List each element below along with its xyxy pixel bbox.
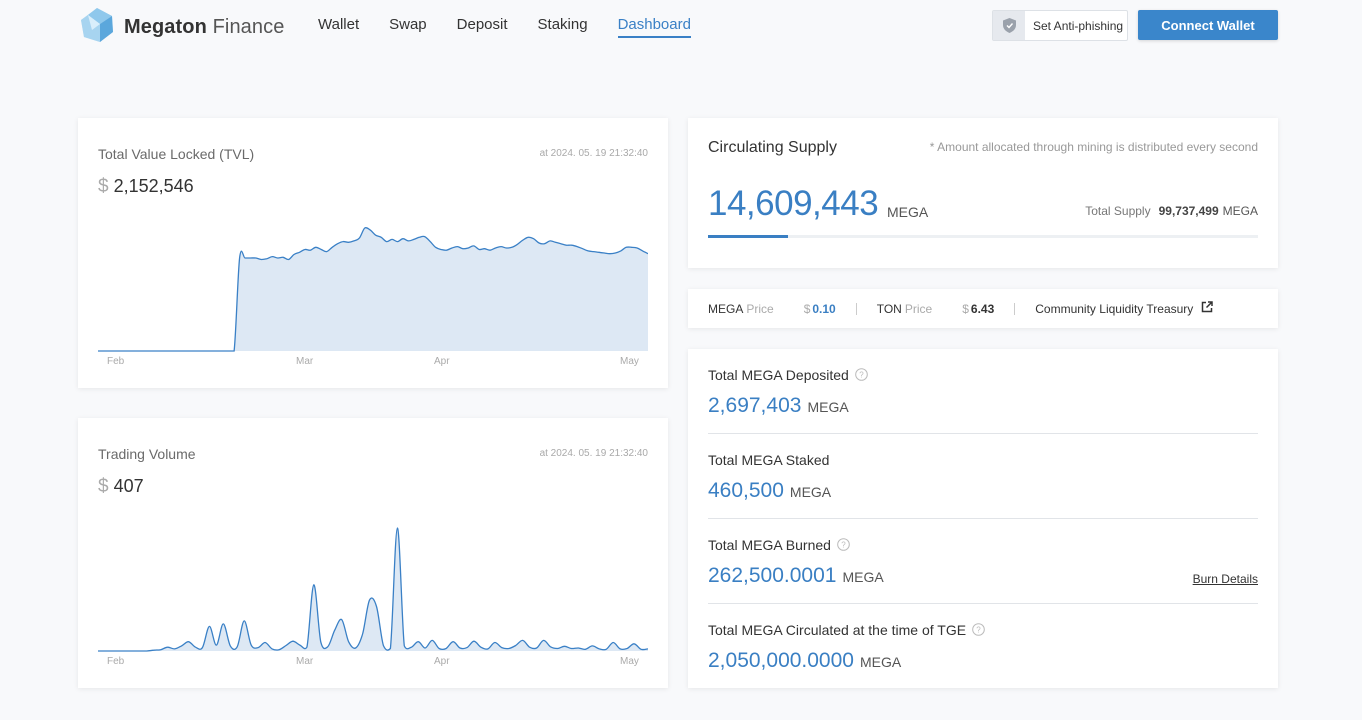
community-treasury-link[interactable]: Community Liquidity Treasury <box>1035 302 1193 316</box>
mega-stats-card: Total MEGA Deposited? 2,697,403 MEGA Tota… <box>688 349 1278 688</box>
stat-label-text: Total MEGA Circulated at the time of TGE <box>708 622 967 638</box>
supply-progress-bar <box>708 235 1258 238</box>
volume-area <box>98 527 648 651</box>
nav-wallet[interactable]: Wallet <box>318 16 359 38</box>
total-supply: Total Supply 99,737,499 MEGA <box>1085 204 1258 218</box>
nav-staking[interactable]: Staking <box>538 16 588 38</box>
price-bar: MEGA Price $ 0.10 TON Price $ 6.43 Commu… <box>688 289 1278 328</box>
stat-value: 2,697,403 MEGA <box>708 394 849 418</box>
svg-text:?: ? <box>976 626 981 635</box>
burn-details-link[interactable]: Burn Details <box>1193 572 1258 586</box>
total-supply-unit: MEGA <box>1222 204 1258 218</box>
tvl-x-tick: Mar <box>296 356 314 367</box>
tvl-x-tick: Apr <box>434 356 450 367</box>
stat-unit: MEGA <box>789 484 832 500</box>
stat-unit: MEGA <box>807 399 849 415</box>
volume-title: Trading Volume <box>98 446 196 462</box>
stat-unit: MEGA <box>859 654 902 670</box>
tvl-x-tick: Feb <box>107 356 125 367</box>
stat-label: Total MEGA Burned? <box>708 537 850 554</box>
stat-label: Total MEGA Deposited? <box>708 367 868 384</box>
svg-text:?: ? <box>841 541 846 550</box>
help-icon[interactable]: ? <box>837 538 850 554</box>
ton-price-currency: $ <box>962 301 969 316</box>
nav-swap[interactable]: Swap <box>389 16 427 38</box>
brand-light: Finance <box>212 16 285 38</box>
tvl-currency: $ <box>98 176 109 197</box>
stat-value-number: 460,500 <box>708 479 784 502</box>
shield-icon <box>993 11 1025 40</box>
supply-progress-fill <box>708 235 789 238</box>
volume-currency: $ <box>98 476 109 497</box>
help-icon[interactable]: ? <box>855 368 868 384</box>
supply-value: 14,609,443 <box>708 184 879 223</box>
brand-name: Megaton Finance <box>124 16 284 39</box>
brand-logo[interactable]: Megaton Finance <box>78 6 284 49</box>
volume-x-tick: Feb <box>107 656 125 667</box>
stat-value: 2,050,000.0000 MEGA <box>708 649 901 673</box>
stat-label: Total MEGA Staked <box>708 452 829 468</box>
stat-label-text: Total MEGA Staked <box>708 452 830 468</box>
stat-label-text: Total MEGA Burned <box>708 537 831 553</box>
mega-price-currency: $ <box>803 301 811 316</box>
volume-x-tick: Apr <box>434 656 450 667</box>
nav-deposit[interactable]: Deposit <box>457 16 508 38</box>
divider <box>1014 302 1016 315</box>
header: Megaton Finance Wallet Swap Deposit Stak… <box>0 0 1362 52</box>
supply-title: Circulating Supply <box>708 139 837 156</box>
stat-unit: MEGA <box>842 569 884 585</box>
volume-x-tick: Mar <box>296 656 314 667</box>
tvl-area <box>98 227 648 351</box>
tvl-amount: 2,152,546 <box>113 176 194 196</box>
connect-wallet-button[interactable]: Connect Wallet <box>1138 10 1278 40</box>
stat-value-number: 2,050,000.0000 <box>708 649 854 672</box>
anti-phishing-label: Set Anti-phishing <box>1033 18 1124 33</box>
volume-chart[interactable] <box>98 518 648 652</box>
external-link-icon[interactable] <box>1201 301 1214 316</box>
stat-label: Total MEGA Circulated at the time of TGE… <box>708 622 985 639</box>
stat-deposited: Total MEGA Deposited? 2,697,403 MEGA <box>708 349 1258 434</box>
mega-price-suffix: Price <box>746 301 774 316</box>
tvl-x-tick: May <box>620 356 639 367</box>
mega-price-label: MEGA <box>708 301 744 316</box>
volume-timestamp: at 2024. 05. 19 21:32:40 <box>539 448 648 459</box>
tvl-timestamp: at 2024. 05. 19 21:32:40 <box>539 148 648 159</box>
tvl-chart[interactable] <box>98 218 648 352</box>
volume-value: $407 <box>98 476 144 498</box>
ton-price-suffix: Price <box>904 301 933 316</box>
supply-unit: MEGA <box>887 204 929 220</box>
stat-value-number: 2,697,403 <box>708 394 802 417</box>
svg-text:?: ? <box>859 371 864 380</box>
stat-burned: Total MEGA Burned? 262,500.0001 MEGA Burn… <box>708 519 1258 604</box>
stat-value: 460,500 MEGA <box>708 479 831 503</box>
stat-value: 262,500.0001 MEGA <box>708 564 884 588</box>
brand-bold: Megaton <box>124 16 207 38</box>
tvl-value: $2,152,546 <box>98 176 194 198</box>
tvl-title: Total Value Locked (TVL) <box>98 146 255 162</box>
total-supply-value: 99,737,499 <box>1158 204 1219 218</box>
stat-value-number: 262,500.0001 <box>708 564 837 587</box>
volume-x-tick: May <box>620 656 639 667</box>
main-nav: Wallet Swap Deposit Staking Dashboard <box>318 16 721 38</box>
ton-price-label: TON <box>876 301 902 316</box>
nav-dashboard[interactable]: Dashboard <box>617 16 691 38</box>
supply-note: * Amount allocated through mining is dis… <box>929 140 1258 154</box>
divider <box>855 302 857 315</box>
stat-staked: Total MEGA Staked 460,500 MEGA <box>708 434 1258 519</box>
ton-price-value: 6.43 <box>970 301 995 316</box>
help-icon[interactable]: ? <box>972 623 985 639</box>
stat-tge-circulated: Total MEGA Circulated at the time of TGE… <box>708 604 1258 689</box>
total-supply-label: Total Supply <box>1085 204 1151 218</box>
stat-label-text: Total MEGA Deposited <box>708 367 849 383</box>
circulating-supply-card: Circulating Supply * Amount allocated th… <box>688 118 1278 268</box>
tvl-card: Total Value Locked (TVL) at 2024. 05. 19… <box>78 118 668 388</box>
anti-phishing-button[interactable]: Set Anti-phishing <box>992 10 1128 41</box>
mega-price-value: 0.10 <box>812 301 836 316</box>
megaton-logo-icon <box>78 6 116 49</box>
volume-amount: 407 <box>113 476 144 496</box>
volume-card: Trading Volume at 2024. 05. 19 21:32:40 … <box>78 418 668 688</box>
